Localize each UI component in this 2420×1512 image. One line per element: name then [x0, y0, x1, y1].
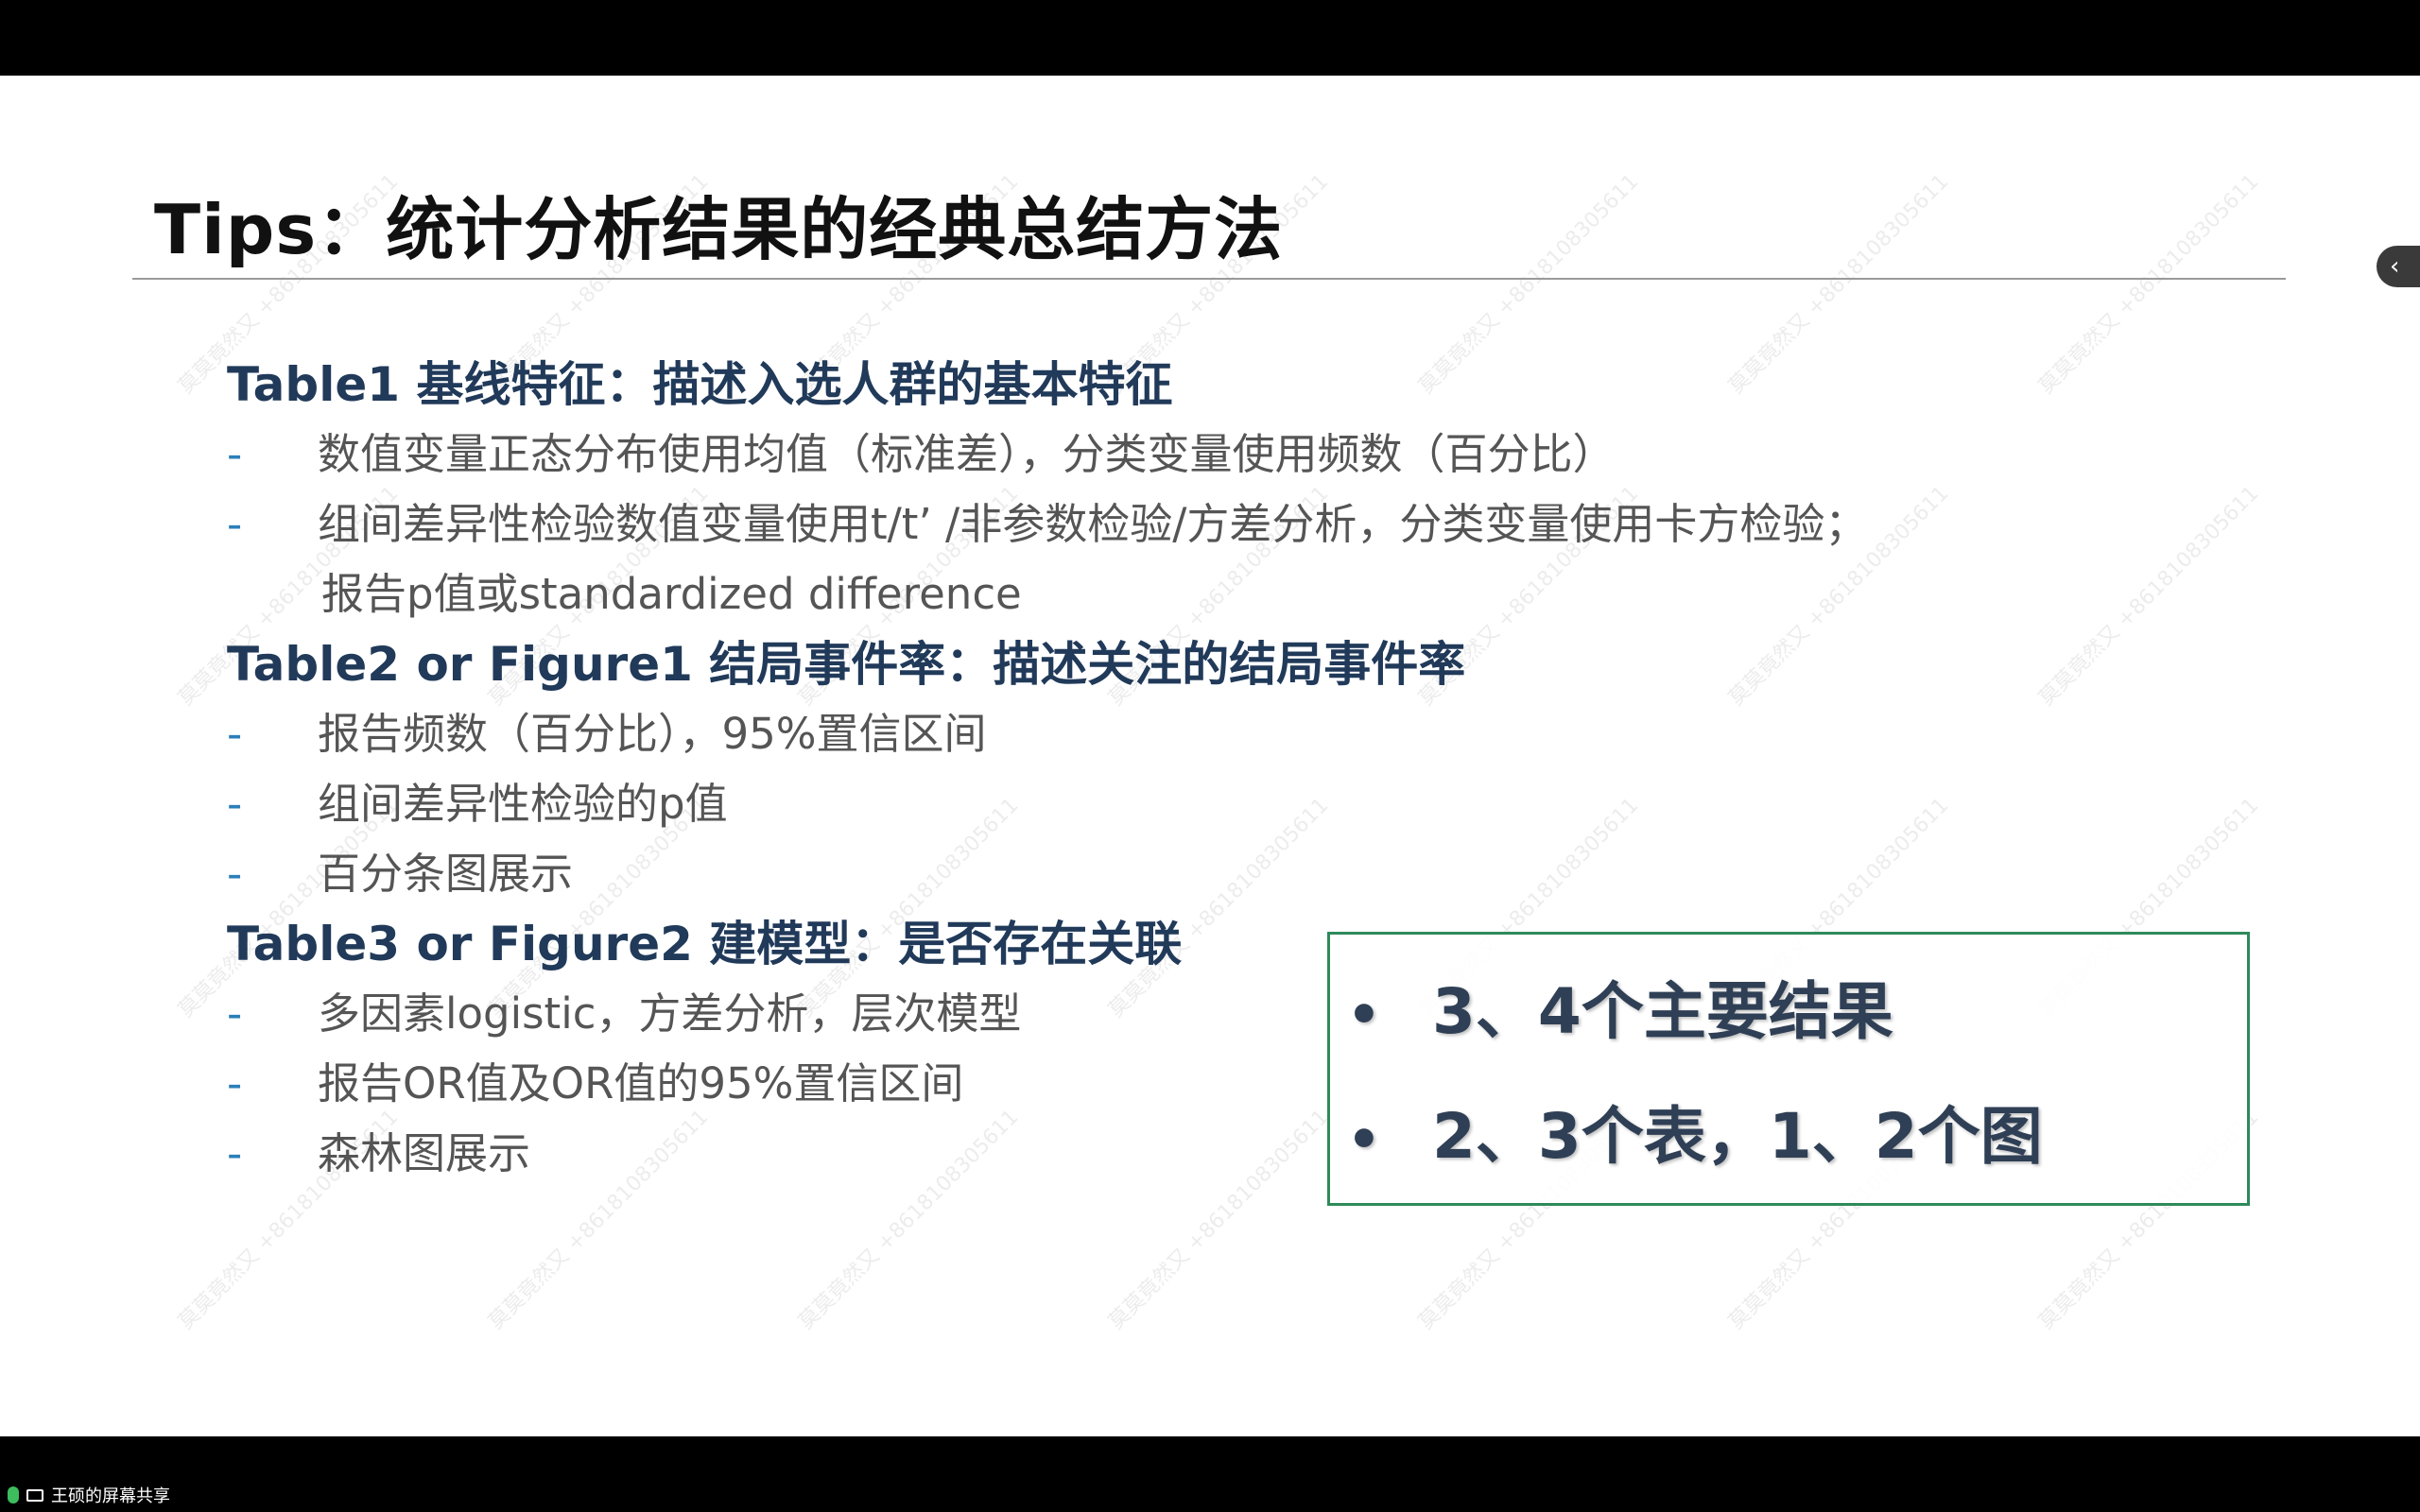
screen-share-icon: [26, 1488, 43, 1502]
bullet-dash: -: [227, 1128, 243, 1178]
bullet-dash: -: [227, 1058, 243, 1108]
list-item: - 组间差异性检验数值变量使用t/t’ /非参数检验/方差分析，分类变量使用卡方…: [227, 490, 2023, 559]
callout-item: • 3、4个主要结果: [1347, 965, 1893, 1059]
callout-text: 2、3个表，1、2个图: [1432, 1100, 2043, 1173]
bullet-continuation: 报告p值或standardized difference: [321, 569, 1022, 619]
bullet-text: 组间差异性检验的p值: [318, 779, 728, 829]
bullet-text: 森林图展示: [318, 1128, 531, 1178]
callout-item: • 2、3个表，1、2个图: [1347, 1090, 2043, 1184]
top-black-bar: [0, 0, 2420, 76]
title-divider: [132, 278, 2286, 280]
microphone-icon[interactable]: [8, 1486, 19, 1503]
bullet-dash: -: [227, 988, 243, 1039]
bullet-text: 多因素logistic，方差分析，层次模型: [318, 988, 1022, 1039]
bullet-dash: -: [227, 849, 243, 899]
list-item: - 百分条图展示: [227, 839, 2023, 909]
callout-bullet: •: [1347, 1109, 1381, 1171]
bullet-text: 数值变量正态分布使用均值（标准差），分类变量使用频数（百分比）: [318, 429, 1616, 479]
bullet-text: 报告OR值及OR值的95%置信区间: [318, 1058, 964, 1108]
list-item: - 报告频数（百分比），95%置信区间: [227, 699, 2023, 769]
bullet-dash: -: [227, 779, 243, 829]
list-item: - 数值变量正态分布使用均值（标准差），分类变量使用频数（百分比）: [227, 420, 2023, 490]
bottom-black-bar: 王硕的屏幕共享: [0, 1436, 2420, 1512]
chevron-left-icon: ‹: [2390, 252, 2400, 281]
summary-callout-box: • 3、4个主要结果 • 2、3个表，1、2个图: [1327, 932, 2250, 1206]
bullet-text: 组间差异性检验数值变量使用t/t’ /非参数检验/方差分析，分类变量使用卡方检验…: [318, 499, 1868, 549]
callout-text: 3、4个主要结果: [1432, 975, 1893, 1048]
bullet-text: 报告频数（百分比），95%置信区间: [318, 709, 987, 759]
screen-share-indicator[interactable]: 王硕的屏幕共享: [8, 1484, 170, 1506]
watermark-text: 莫莫竟然又 +8618108305611: [2034, 169, 2264, 399]
callout-bullet: •: [1347, 985, 1381, 1046]
bullet-dash: -: [227, 499, 243, 549]
bullet-dash: -: [227, 709, 243, 759]
bullet-text: 百分条图展示: [318, 849, 574, 899]
bullet-dash: -: [227, 429, 243, 479]
screen-share-label: 王硕的屏幕共享: [51, 1486, 170, 1506]
list-item: - 组间差异性检验的p值: [227, 769, 2023, 839]
section-heading-table2: Table2 or Figure1 结局事件率：描述关注的结局事件率: [227, 637, 1466, 692]
section-heading-table1: Table1 基线特征：描述入选人群的基本特征: [227, 357, 1173, 412]
watermark-text: 莫莫竟然又 +8618108305611: [2034, 481, 2264, 711]
collapse-panel-button[interactable]: ‹: [2377, 246, 2420, 287]
slide-title: Tips：统计分析结果的经典总结方法: [154, 190, 1284, 269]
presentation-slide: 莫莫竟然又 +8618108305611 莫莫竟然又 +8618108305611…: [0, 76, 2420, 1436]
